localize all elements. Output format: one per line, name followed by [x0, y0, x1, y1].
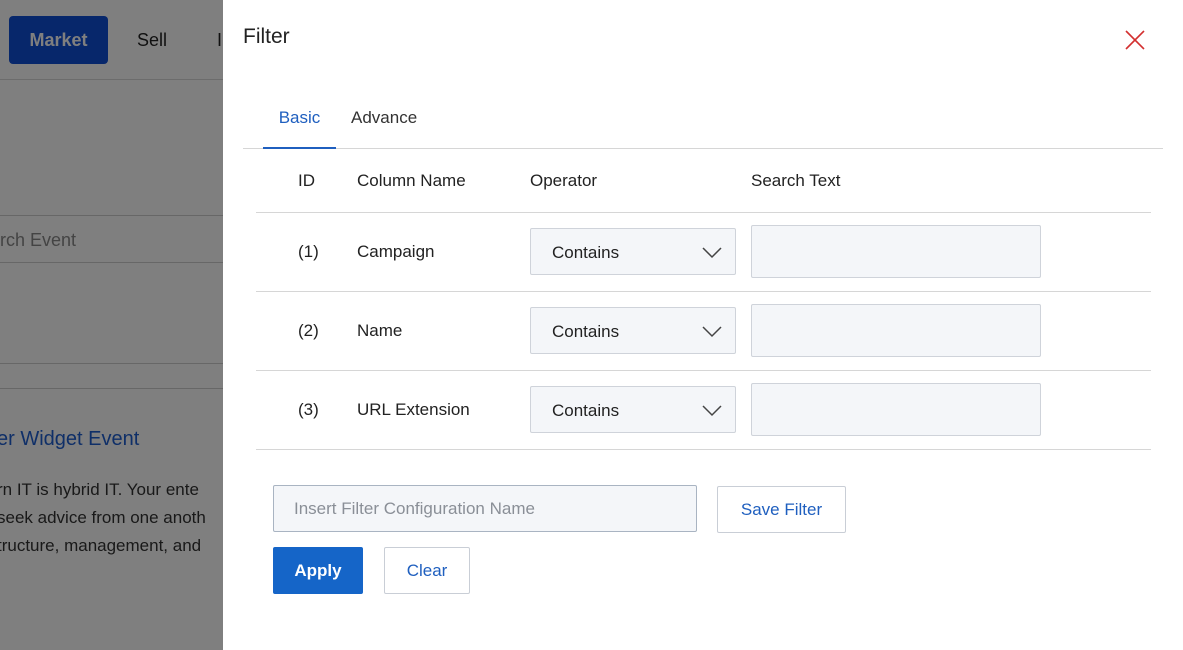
- table-header: ID Column Name Operator Search Text: [256, 149, 1151, 213]
- chevron-down-icon: [702, 326, 722, 338]
- row-id: (1): [298, 242, 319, 261]
- table-row: (2) Name Contains: [256, 292, 1151, 371]
- row-id: (2): [298, 321, 319, 340]
- search-text-input[interactable]: [751, 225, 1041, 278]
- operator-value: Contains: [552, 322, 620, 341]
- row-column-name: URL Extension: [357, 400, 470, 419]
- tab-basic[interactable]: Basic: [263, 108, 336, 149]
- table-row: (3) URL Extension Contains: [256, 371, 1151, 450]
- close-button[interactable]: [1121, 26, 1149, 54]
- tab-advance[interactable]: Advance: [351, 108, 417, 149]
- filter-tabs: Basic Advance: [243, 96, 1163, 149]
- header-operator: Operator: [530, 171, 598, 190]
- row-id: (3): [298, 400, 319, 419]
- operator-select[interactable]: Contains: [530, 386, 736, 433]
- close-icon: [1125, 30, 1145, 50]
- table-row: (1) Campaign Contains: [256, 213, 1151, 292]
- header-search-text: Search Text: [751, 171, 841, 190]
- save-filter-button[interactable]: Save Filter: [717, 486, 846, 533]
- apply-button[interactable]: Apply: [273, 547, 363, 594]
- filter-config-name-input[interactable]: [273, 485, 697, 532]
- clear-button[interactable]: Clear: [384, 547, 470, 594]
- search-text-input[interactable]: [751, 304, 1041, 357]
- row-column-name: Campaign: [357, 242, 435, 261]
- modal-title: Filter: [243, 25, 290, 48]
- operator-select[interactable]: Contains: [530, 307, 736, 354]
- operator-value: Contains: [552, 401, 620, 420]
- operator-select[interactable]: Contains: [530, 228, 736, 275]
- header-column-name: Column Name: [357, 171, 466, 190]
- search-text-input[interactable]: [751, 383, 1041, 436]
- chevron-down-icon: [702, 405, 722, 417]
- filter-modal: Filter Basic Advance ID Column Name Oper…: [223, 0, 1183, 650]
- header-id: ID: [298, 171, 315, 190]
- chevron-down-icon: [702, 247, 722, 259]
- operator-value: Contains: [552, 243, 620, 262]
- filter-table: ID Column Name Operator Search Text (1) …: [256, 149, 1151, 450]
- row-column-name: Name: [357, 321, 403, 340]
